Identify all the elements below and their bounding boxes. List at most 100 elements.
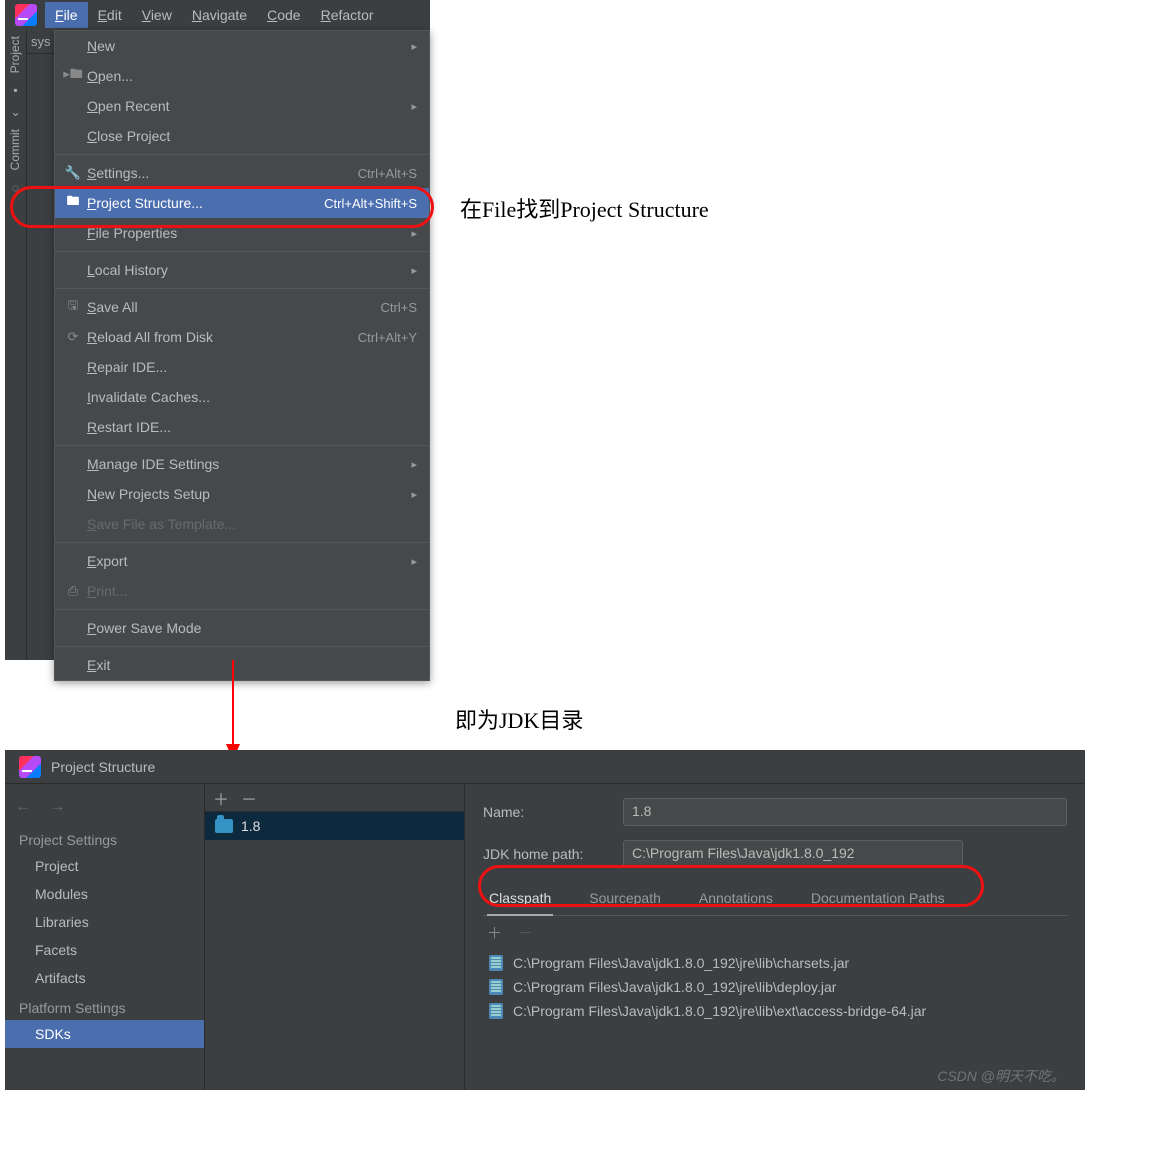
sdk-tabs: Classpath Sourcepath Annotations Documentat… <box>483 882 1067 916</box>
dialog-titlebar: Project Structure <box>5 750 1085 784</box>
menu-item-label: Local History <box>83 262 403 278</box>
menu-item-label: Open Recent <box>83 98 403 114</box>
sdk-name: 1.8 <box>241 818 260 834</box>
menu-item-new[interactable]: New▸ <box>55 31 429 61</box>
nav-header-platform-settings: Platform Settings <box>5 992 204 1020</box>
menubar-item-view[interactable]: View <box>132 2 182 28</box>
menu-item-label: Invalidate Caches... <box>83 389 417 405</box>
menu-item-new-projects-setup[interactable]: New Projects Setup▸ <box>55 479 429 509</box>
menu-item-label: Settings... <box>83 165 358 181</box>
nav-item-modules[interactable]: Modules <box>5 880 204 908</box>
jar-icon <box>489 955 503 971</box>
watermark-text: CSDN @明天不吃。 <box>937 1066 1065 1086</box>
nav-item-artifacts[interactable]: Artifacts <box>5 964 204 992</box>
menu-item-label: Repair IDE... <box>83 359 417 375</box>
folder-icon: ▪ <box>5 79 26 101</box>
menu-item-shortcut: Ctrl+Alt+Y <box>358 330 417 345</box>
print-icon: ⎙ <box>63 583 83 599</box>
folder-gear-icon: 🖿 <box>63 192 83 214</box>
folder-icon: ▸🖿 <box>63 65 83 87</box>
classpath-path: C:\Program Files\Java\jdk1.8.0_192\jre\l… <box>513 1003 926 1019</box>
nav-item-project[interactable]: Project <box>5 852 204 880</box>
menu-item-save-all[interactable]: 🖫Save AllCtrl+S <box>55 292 429 322</box>
menu-item-local-history[interactable]: Local History▸ <box>55 255 429 285</box>
menubar-item-file[interactable]: File <box>45 2 88 28</box>
menu-item-label: File Properties <box>83 225 403 241</box>
menu-item-label: Manage IDE Settings <box>83 456 403 472</box>
remove-classpath-button[interactable]: － <box>518 925 533 942</box>
menu-item-label: Project Structure... <box>83 195 324 211</box>
sdk-list-panel: ＋ － 1.8 <box>205 784 465 1090</box>
jdk-home-label: JDK home path: <box>483 846 623 862</box>
menu-item-shortcut: Ctrl+Alt+Shift+S <box>324 196 417 211</box>
nav-item-sdks[interactable]: SDKs <box>5 1020 204 1048</box>
submenu-arrow-icon: ▸ <box>403 488 417 501</box>
add-classpath-button[interactable]: ＋ <box>487 925 502 942</box>
menu-item-repair-ide[interactable]: Repair IDE... <box>55 352 429 382</box>
sdk-icon <box>215 819 233 833</box>
menu-item-label: Open... <box>83 68 417 84</box>
menu-item-project-structure[interactable]: 🖿Project Structure...Ctrl+Alt+Shift+S <box>55 188 429 218</box>
remove-sdk-button[interactable]: － <box>241 786 257 810</box>
tab-annotations[interactable]: Annotations <box>697 882 775 915</box>
menu-item-power-save-mode[interactable]: Power Save Mode <box>55 613 429 643</box>
tab-classpath[interactable]: Classpath <box>487 882 553 916</box>
commit-icon: ◌ <box>5 177 26 199</box>
menu-item-save-file-as-template: Save File as Template... <box>55 509 429 539</box>
submenu-arrow-icon: ▸ <box>403 100 417 113</box>
submenu-arrow-icon: ▸ <box>403 227 417 240</box>
menubar-item-refactor[interactable]: Refactor <box>311 2 384 28</box>
menu-item-label: Save All <box>83 299 381 315</box>
classpath-row[interactable]: C:\Program Files\Java\jdk1.8.0_192\jre\l… <box>483 975 1067 999</box>
menu-item-file-properties[interactable]: File Properties▸ <box>55 218 429 248</box>
menu-item-restart-ide[interactable]: Restart IDE... <box>55 412 429 442</box>
dialog-title: Project Structure <box>51 759 155 775</box>
menu-item-open[interactable]: ▸🖿Open... <box>55 61 429 91</box>
menubar-item-code[interactable]: Code <box>257 2 310 28</box>
menu-item-label: Close Project <box>83 128 417 144</box>
tab-sourcepath[interactable]: Sourcepath <box>587 882 663 915</box>
add-sdk-button[interactable]: ＋ <box>213 786 229 810</box>
submenu-arrow-icon: ▸ <box>403 555 417 568</box>
menu-item-close-project[interactable]: Close Project <box>55 121 429 151</box>
menu-item-reload-all-from-disk[interactable]: ⟳Reload All from DiskCtrl+Alt+Y <box>55 322 429 352</box>
back-arrow-icon[interactable]: ← <box>15 798 31 815</box>
menu-item-manage-ide-settings[interactable]: Manage IDE Settings▸ <box>55 449 429 479</box>
menu-item-label: Print... <box>83 583 417 599</box>
disk-icon: 🖫 <box>63 296 83 318</box>
classpath-row[interactable]: C:\Program Files\Java\jdk1.8.0_192\jre\l… <box>483 999 1067 1023</box>
menubar-item-navigate[interactable]: Navigate <box>182 2 257 28</box>
tab-documentation-paths[interactable]: Documentation Paths <box>809 882 947 915</box>
menu-item-open-recent[interactable]: Open Recent▸ <box>55 91 429 121</box>
menubar: FileEditViewNavigateCodeRefactor <box>5 0 430 30</box>
menubar-item-edit[interactable]: Edit <box>88 2 132 28</box>
classpath-path: C:\Program Files\Java\jdk1.8.0_192\jre\l… <box>513 979 836 995</box>
tool-tab-project[interactable]: Project <box>5 30 25 79</box>
menu-item-label: New Projects Setup <box>83 486 403 502</box>
menu-item-invalidate-caches[interactable]: Invalidate Caches... <box>55 382 429 412</box>
submenu-arrow-icon: ▸ <box>403 458 417 471</box>
sdk-list-toolbar: ＋ － <box>205 784 464 812</box>
menu-item-settings[interactable]: 🔧Settings...Ctrl+Alt+S <box>55 158 429 188</box>
menu-item-export[interactable]: Export▸ <box>55 546 429 576</box>
reload-icon: ⟳ <box>63 329 83 345</box>
nav-history: ← → <box>5 790 204 824</box>
menu-item-label: Power Save Mode <box>83 620 417 636</box>
jar-icon <box>489 1003 503 1019</box>
sdk-list-item[interactable]: 1.8 <box>205 812 464 840</box>
jdk-home-path-input[interactable]: C:\Program Files\Java\jdk1.8.0_192 <box>623 840 963 868</box>
tool-window-strip: Project ▪ ⌄ Commit ◌ <box>5 30 27 660</box>
chevron-down-icon[interactable]: ⌄ <box>5 101 26 123</box>
sdk-name-input[interactable]: 1.8 <box>623 798 1067 826</box>
menu-item-label: New <box>83 38 403 54</box>
nav-header-project-settings: Project Settings <box>5 824 204 852</box>
forward-arrow-icon[interactable]: → <box>49 798 65 815</box>
intellij-logo-icon <box>15 4 37 26</box>
annotation-text-top: 在File找到Project Structure <box>460 192 709 224</box>
classpath-row[interactable]: C:\Program Files\Java\jdk1.8.0_192\jre\l… <box>483 951 1067 975</box>
ide-window: FileEditViewNavigateCodeRefactor Project… <box>5 0 430 660</box>
nav-item-libraries[interactable]: Libraries <box>5 908 204 936</box>
nav-item-facets[interactable]: Facets <box>5 936 204 964</box>
menu-item-label: Exit <box>83 657 417 673</box>
tool-tab-commit[interactable]: Commit <box>5 123 25 176</box>
